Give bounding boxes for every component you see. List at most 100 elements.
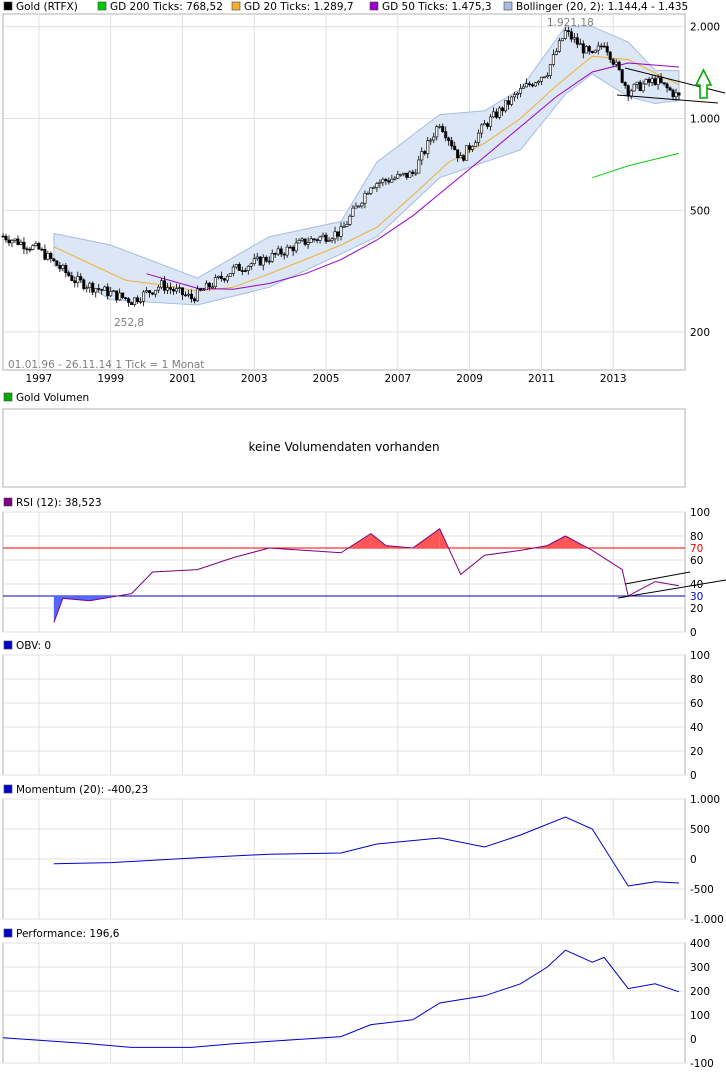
rsi-y-tick: 20 [690,603,703,615]
obv-y-tick: 80 [690,674,703,686]
candle-body [186,293,190,296]
candle-body [518,88,522,94]
candle-body [638,81,642,91]
momentum-legend-icon [3,784,13,794]
rsi-y-tick: 30 [690,591,703,603]
candle-body [560,38,564,42]
candle-body [177,287,181,290]
gd20-line [53,55,680,292]
candle-body [136,297,140,303]
candle-body [309,238,313,243]
performance-y-tick: 300 [690,962,710,974]
candle-body [16,238,20,245]
candle-body [85,287,89,290]
candle-body [139,300,143,303]
candle-body [118,292,122,301]
candle-body [387,180,391,183]
candle-body [127,298,131,303]
candle-body [608,51,612,60]
candle-body [37,243,41,250]
candle-body [342,226,346,228]
candle-body [219,276,223,279]
momentum-line [53,816,680,887]
momentum-y-tick: 1.000 [690,794,720,806]
orange-square-icon [231,1,241,11]
candle-body [545,75,549,78]
volume-legend: Gold Volumen [16,392,89,404]
rsi-panel: RSI (12): 38,523 1008070604030200 [2,497,726,639]
candle-body [297,240,301,244]
candle-body [423,151,427,154]
rsi-legend: RSI (12): 38,523 [16,497,102,509]
obv-legend-icon [3,640,13,650]
candle-body [172,289,176,292]
main-x-tick: 2007 [384,373,411,385]
candle-body [548,64,552,76]
candle-body [133,297,137,305]
candle-body [521,86,525,89]
lightblue-square-icon [503,1,513,11]
candle-body [641,83,645,91]
candle-body [303,238,307,245]
obv-y-tick: 0 [690,770,697,782]
candle-body [396,174,400,179]
candle-body [315,239,319,241]
candle-body [536,81,540,84]
candle-body [210,286,214,288]
candle-body [456,149,460,159]
candle-body [234,264,238,268]
candle-body [345,224,349,227]
candle-body [169,287,173,290]
candle-body [64,265,68,274]
black-square-icon [3,1,13,11]
candle-body [617,61,621,70]
performance-legend: Performance: 196,6 [16,928,120,940]
candle-body [291,246,295,252]
main-legend-label: GD 20 Ticks: 1.289,7 [244,1,354,13]
candle-body [468,145,472,150]
candle-body [240,270,244,272]
candle-body [124,297,128,299]
candle-body [73,280,77,284]
no-volume-message: keine Volumendaten vorhanden [248,440,439,454]
candle-body [204,282,208,290]
candle-body [213,277,217,287]
candle-body [450,140,454,147]
candle-body [330,238,334,241]
candle-body [13,238,17,241]
candle-body [145,290,149,293]
candle-body [180,287,184,296]
candle-body [252,258,256,265]
candle-body [261,257,265,266]
chart-canvas: Gold (RTFX) GD 200 Ticks: 768,52 GD 20 Tic… [1,1,726,1070]
candle-body [671,89,675,98]
candle-body [593,49,597,53]
candle-body [662,82,666,85]
candle-body [623,82,627,86]
candle-body [587,46,591,52]
main-legend: Gold (RTFX) GD 200 Ticks: 768,52 GD 20 Tic… [3,1,688,13]
main-x-tick: 2009 [456,373,483,385]
candle-body [474,142,478,147]
candle-body [656,77,660,85]
candle-body [300,238,304,241]
candle-body [228,273,232,277]
candle-body [441,125,445,132]
performance-y-tick: 100 [690,1010,710,1022]
momentum-legend: Momentum (20): -400,23 [16,784,148,796]
candle-body [195,288,199,302]
candle-body [530,84,534,87]
candle-body [402,172,406,175]
candle-body [602,45,606,48]
candle-body [148,290,152,294]
candle-body [198,288,202,291]
candle-body [273,253,277,255]
candle-body [174,288,178,292]
candle-body [43,249,47,260]
candle-body [25,248,29,251]
gd200-line [592,152,680,179]
candle-body [480,124,484,134]
candle-body [557,40,561,52]
candle-body [339,226,343,237]
performance-legend-icon [3,928,13,938]
